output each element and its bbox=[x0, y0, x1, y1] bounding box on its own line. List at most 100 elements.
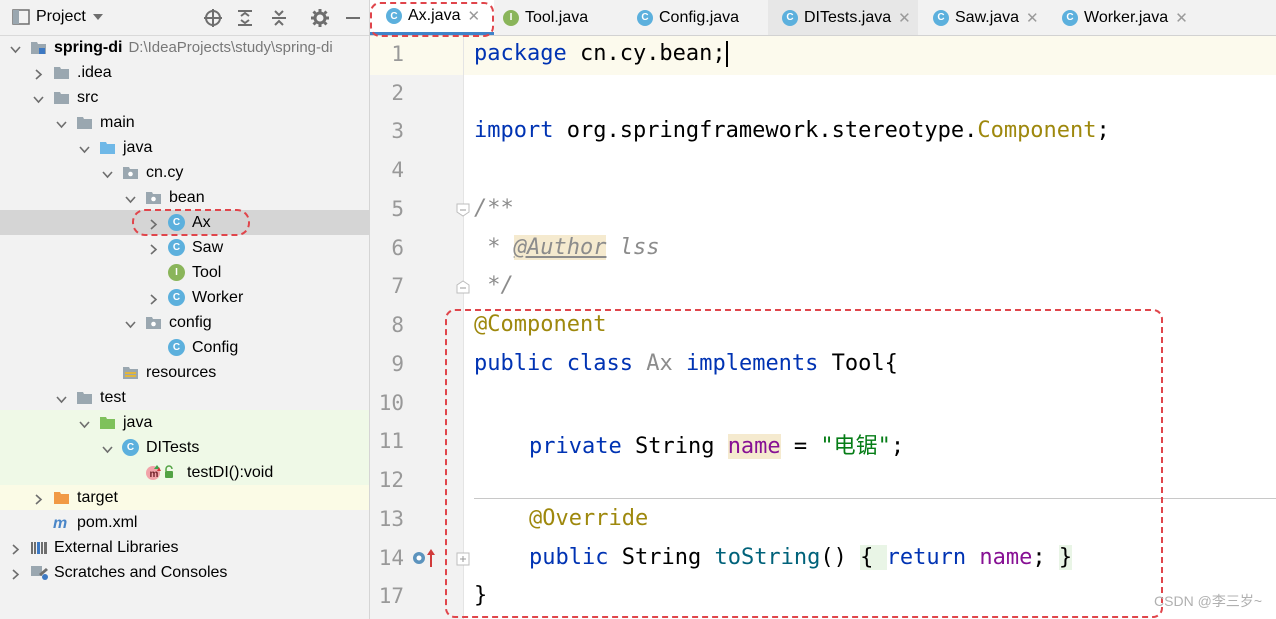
package-icon bbox=[122, 164, 139, 181]
tree-item-label: Scratches and Consoles bbox=[54, 564, 227, 582]
tab-config-java[interactable]: C Config.java bbox=[637, 0, 739, 35]
class-icon: C bbox=[168, 339, 185, 356]
tab-saw-java[interactable]: C Saw.java ✕ bbox=[933, 0, 1039, 35]
tree-item-label: src bbox=[77, 89, 98, 107]
tree-item-scratches-and-consoles[interactable]: Scratches and Consoles bbox=[0, 560, 369, 585]
chevron-down-icon[interactable] bbox=[56, 392, 67, 404]
tree-item-config[interactable]: C Config bbox=[0, 335, 369, 360]
tree-item-spring-di[interactable]: spring-di D:\IdeaProjects\study\spring-di bbox=[0, 35, 369, 60]
tree-item-label: Saw bbox=[192, 239, 223, 257]
tree-item-name: DITests bbox=[146, 439, 200, 456]
tab-ax-java[interactable]: C Ax.java ✕ bbox=[370, 0, 494, 35]
package-icon bbox=[145, 314, 162, 331]
expand-all-icon[interactable] bbox=[235, 8, 255, 28]
tree-item-name: Saw bbox=[192, 239, 224, 256]
line-number: 1 bbox=[391, 42, 404, 66]
tree-item-pom-xml[interactable]: m pom.xml bbox=[0, 510, 369, 535]
chevron-right-icon[interactable] bbox=[148, 242, 159, 255]
tree-item-label: java bbox=[123, 414, 152, 432]
class-icon: C bbox=[168, 214, 185, 231]
code-line-11: private String name = "电锯"; bbox=[529, 434, 905, 459]
chevron-down-icon bbox=[92, 14, 103, 20]
hide-icon[interactable] bbox=[343, 8, 363, 28]
line-number: 6 bbox=[391, 236, 404, 260]
chevron-right-icon[interactable] bbox=[10, 542, 21, 555]
chevron-right-icon[interactable] bbox=[148, 292, 159, 305]
tab-tool-java[interactable]: I Tool.java bbox=[503, 0, 588, 35]
tree-item-name: cn.cy bbox=[146, 164, 184, 181]
tree-item-saw[interactable]: C Saw bbox=[0, 235, 369, 260]
overrides-method-icon[interactable] bbox=[410, 547, 438, 569]
tree-item-java[interactable]: java bbox=[0, 410, 369, 435]
gear-icon[interactable] bbox=[310, 8, 330, 28]
tree-item-label: Tool bbox=[192, 264, 221, 282]
tree-item-name: test bbox=[100, 389, 126, 406]
code-line-17: } bbox=[474, 583, 488, 608]
tree-item-name: java bbox=[123, 414, 153, 431]
tree-item-resources[interactable]: resources bbox=[0, 360, 369, 385]
tab-label: DITests.java bbox=[804, 8, 892, 26]
collapse-all-icon[interactable] bbox=[269, 8, 289, 28]
chevron-down-icon[interactable] bbox=[10, 42, 21, 54]
test-folder-icon bbox=[99, 414, 116, 431]
tree-item-tool[interactable]: I Tool bbox=[0, 260, 369, 285]
project-view-selector[interactable]: Project bbox=[12, 8, 104, 26]
tree-item-config[interactable]: config bbox=[0, 310, 369, 335]
tree-item-ax[interactable]: C Ax bbox=[0, 210, 369, 235]
close-icon[interactable]: ✕ bbox=[1175, 9, 1188, 27]
svg-text:m: m bbox=[150, 469, 159, 480]
chevron-down-icon[interactable] bbox=[56, 117, 67, 129]
chevron-down-icon[interactable] bbox=[102, 442, 113, 454]
chevron-right-icon[interactable] bbox=[148, 217, 159, 230]
tree-item-label: Worker bbox=[192, 289, 243, 307]
tree-item-test[interactable]: test bbox=[0, 385, 369, 410]
folder-icon bbox=[76, 114, 93, 131]
tab-worker-java[interactable]: C Worker.java ✕ bbox=[1062, 0, 1188, 35]
tree-item-idea[interactable]: .idea bbox=[0, 60, 369, 85]
tree-item-worker[interactable]: C Worker bbox=[0, 285, 369, 310]
chevron-down-icon[interactable] bbox=[102, 167, 113, 179]
chevron-down-icon[interactable] bbox=[79, 142, 90, 154]
tree-item-main[interactable]: main bbox=[0, 110, 369, 135]
libraries-icon bbox=[30, 539, 47, 556]
chevron-down-icon[interactable] bbox=[125, 192, 136, 204]
tree-item-name: main bbox=[100, 114, 135, 131]
tree-item-name: spring-di bbox=[54, 39, 123, 56]
tree-item-src[interactable]: src bbox=[0, 85, 369, 110]
tree-item-testdi-void[interactable]: m testDI():void bbox=[0, 460, 369, 485]
tree-item-label: resources bbox=[146, 364, 216, 382]
method-icon: m bbox=[145, 464, 173, 481]
chevron-right-icon[interactable] bbox=[33, 67, 44, 80]
line-number: 5 bbox=[391, 197, 404, 221]
tree-item-label: target bbox=[77, 489, 118, 507]
chevron-right-icon[interactable] bbox=[10, 567, 21, 580]
tree-item-target[interactable]: target bbox=[0, 485, 369, 510]
line-number: 14 bbox=[378, 546, 404, 570]
locate-icon[interactable] bbox=[203, 8, 223, 28]
close-icon[interactable]: ✕ bbox=[898, 9, 911, 27]
tab-label: Worker.java bbox=[1084, 8, 1169, 26]
tree-item-name: .idea bbox=[77, 64, 112, 81]
code-line-14: public String toString() { return name; … bbox=[529, 545, 1073, 570]
class-icon: C bbox=[637, 9, 653, 26]
excluded-folder-icon bbox=[53, 489, 70, 506]
close-icon[interactable]: ✕ bbox=[1026, 9, 1039, 27]
tree-item-name: External Libraries bbox=[54, 539, 179, 556]
chevron-right-icon[interactable] bbox=[33, 492, 44, 505]
tree-item-label: .idea bbox=[77, 64, 112, 82]
close-icon[interactable]: ✕ bbox=[467, 7, 480, 25]
code-line-13: @Override bbox=[529, 506, 649, 531]
tree-item-bean[interactable]: bean bbox=[0, 185, 369, 210]
code-line-1: package cn.cy.bean; bbox=[474, 41, 728, 67]
tab-ditests-java[interactable]: C DITests.java ✕ bbox=[768, 0, 918, 35]
interface-icon: I bbox=[503, 9, 519, 26]
chevron-down-icon[interactable] bbox=[125, 317, 136, 329]
tree-item-ditests[interactable]: C DITests bbox=[0, 435, 369, 460]
chevron-down-icon[interactable] bbox=[79, 417, 90, 429]
tree-item-name: Worker bbox=[192, 289, 244, 306]
tree-item-external-libraries[interactable]: External Libraries bbox=[0, 535, 369, 560]
tree-item-java[interactable]: java bbox=[0, 135, 369, 160]
tree-item-cn-cy[interactable]: cn.cy bbox=[0, 160, 369, 185]
chevron-down-icon[interactable] bbox=[33, 92, 44, 104]
class-icon: C bbox=[168, 239, 185, 256]
